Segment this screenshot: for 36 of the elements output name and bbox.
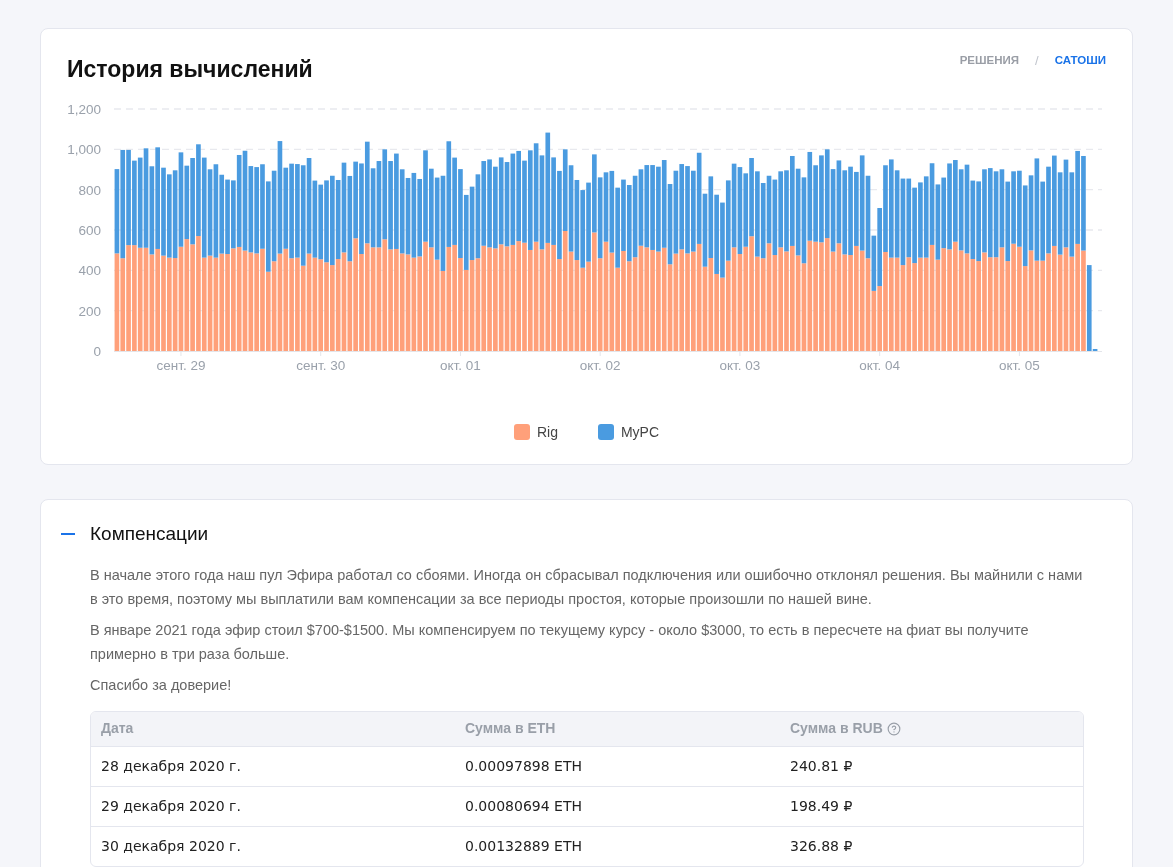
- legend-label: Rig: [536, 422, 558, 442]
- x-axis-label: окт. 04: [859, 357, 901, 373]
- x-axis-label: окт. 02: [579, 357, 621, 373]
- paragraph: В начале этого года наш пул Эфира работал со сбоями. Иногда он сбрасывал подключения или ошибочно отклонял решения. Вы майнили с нами в это время, поэтому мы выплатили вам компенсации за все периоды простоя, которые произошли по нашей вине.: [90, 565, 1084, 609]
- column-header: Дата: [101, 719, 134, 738]
- x-axis-label: окт. 05: [999, 357, 1040, 373]
- paragraph: В январе 2021 года эфир стоил $700-$1500. Мы компенсируем по текущему курсу - около $3000, то есть в пересчете на фиат вы получите примерно в три раза больше.: [90, 620, 1030, 664]
- table-cell: 198.49 ₽: [790, 798, 853, 814]
- y-axis-label: 800: [78, 182, 101, 198]
- x-axis-label: сент. 30: [296, 357, 346, 373]
- separator: /: [1035, 52, 1039, 70]
- table-cell: 28 декабря 2020 г.: [101, 758, 241, 774]
- y-axis-label: 600: [78, 222, 101, 238]
- y-axis-label: 1,200: [67, 101, 101, 117]
- section-title: Компенсации: [90, 522, 209, 546]
- y-axis-label: 1,000: [67, 141, 101, 157]
- column-header: Сумма в RUB: [790, 719, 883, 738]
- table-cell: 240.81 ₽: [790, 758, 853, 774]
- y-axis-label: 0: [93, 343, 101, 359]
- table-cell: 0.00080694 ETH: [465, 798, 582, 814]
- column-header: Сумма в ETH: [465, 719, 556, 738]
- table-cell: 326.88 ₽: [790, 838, 853, 854]
- table-cell: 0.00132889 ETH: [465, 838, 582, 854]
- table-cell: 0.00097898 ETH: [465, 758, 582, 774]
- x-axis-label: окт. 03: [719, 357, 761, 373]
- x-axis-label: сент. 29: [156, 357, 206, 373]
- unit-tab[interactable]: РЕШЕНИЯ: [959, 52, 1020, 70]
- paragraph: Спасибо за доверие!: [90, 675, 233, 695]
- table-cell: 29 декабря 2020 г.: [101, 798, 241, 814]
- x-axis-label: окт. 01: [440, 357, 481, 373]
- card-title: История вычислений: [67, 55, 313, 84]
- legend-label: MyPC: [620, 422, 660, 442]
- y-axis-label: 200: [78, 303, 101, 319]
- table-cell: 30 декабря 2020 г.: [101, 838, 241, 854]
- unit-tab[interactable]: САТОШИ: [1054, 52, 1106, 70]
- y-axis-label: 400: [78, 262, 101, 278]
